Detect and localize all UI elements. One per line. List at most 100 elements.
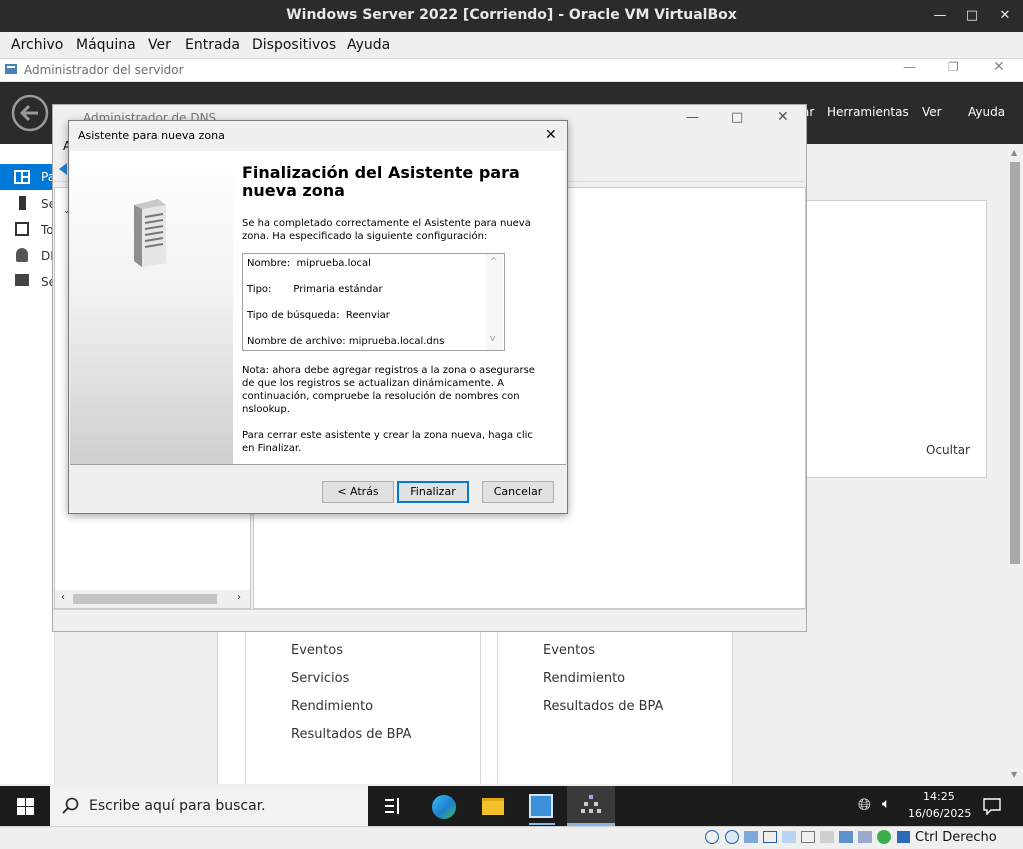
server-manager-title: Administrador del servidor	[24, 63, 184, 77]
sm-restore-button[interactable]: ❐	[948, 60, 959, 74]
back-arrow-icon[interactable]	[11, 94, 49, 132]
audio-icon[interactable]	[744, 831, 758, 843]
nav-item-panel[interactable]: Pa	[0, 164, 55, 190]
header-menu-ayuda[interactable]: Ayuda	[968, 105, 1005, 119]
windows-taskbar: Escribe aquí para buscar. 🌐︎ 🔈︎ 14:25 16…	[0, 786, 1023, 826]
menu-ver[interactable]: Ver	[148, 37, 171, 53]
menu-entrada[interactable]: Entrada	[185, 37, 240, 53]
network-globe-icon[interactable]: 🌐︎	[858, 795, 871, 815]
wizard-close-button[interactable]: ✕	[545, 127, 557, 143]
hscroll-left-icon[interactable]: ‹	[61, 592, 65, 603]
summary-scrollbar[interactable]: ^ v	[486, 254, 503, 350]
virtualization-icon[interactable]	[858, 831, 872, 843]
guest-additions-icon[interactable]	[877, 830, 891, 844]
hscroll-right-icon[interactable]: ›	[237, 592, 241, 603]
vbox-close-button[interactable]: ✕	[993, 6, 1017, 26]
network-adapter-icon[interactable]	[763, 831, 777, 843]
welcome-panel: Ocultar	[777, 200, 987, 478]
host-key-arrow-icon	[897, 831, 910, 843]
hscroll-thumb[interactable]	[73, 594, 217, 604]
dns-manager-taskbar-button[interactable]	[567, 786, 615, 826]
dashboard-icon	[14, 170, 30, 184]
file-explorer-icon[interactable]	[482, 798, 504, 815]
new-zone-wizard-dialog: Asistente para nueva zona ✕ Finalización…	[68, 120, 568, 514]
hide-link[interactable]: Ocultar	[926, 443, 970, 457]
dns-role-icon	[16, 248, 28, 262]
tile1-eventos[interactable]: Eventos	[291, 643, 343, 658]
tile1-servicios[interactable]: Servicios	[291, 671, 349, 686]
summary-label-tipo: Tipo:	[247, 284, 272, 295]
dns-status-bar	[53, 609, 805, 631]
notifications-icon[interactable]	[983, 797, 1001, 815]
summary-value-busqueda: Reenviar	[345, 310, 390, 321]
cancel-button[interactable]: Cancelar	[482, 481, 554, 503]
volume-muted-icon[interactable]: 🔈︎	[882, 796, 890, 812]
wizard-note: Nota: ahora debe agregar registros a la …	[242, 365, 535, 415]
summary-value-tipo: Primaria estándar	[293, 284, 383, 295]
taskbar-search-box[interactable]: Escribe aquí para buscar.	[50, 786, 368, 826]
host-key-label: Ctrl Derecho	[915, 830, 997, 845]
hard-disk-icon[interactable]	[705, 830, 719, 844]
role-tile-2: Eventos Rendimiento Resultados de BPA	[497, 630, 733, 784]
summary-textbox[interactable]: Nombre: miprueba.local Tipo: Primaria est…	[242, 253, 505, 351]
vbox-maximize-button[interactable]: □	[960, 6, 984, 26]
menu-archivo[interactable]: Archivo	[11, 37, 63, 53]
header-menu-ver[interactable]: Ver	[922, 105, 942, 119]
dns-close-button[interactable]: ✕	[777, 109, 789, 125]
server-manager-taskbar-icon[interactable]	[529, 794, 553, 818]
clock-time[interactable]: 14:25	[923, 790, 955, 803]
menu-ayuda[interactable]: Ayuda	[347, 37, 390, 53]
menu-dispositivos[interactable]: Dispositivos	[252, 37, 336, 53]
edge-browser-icon[interactable]	[432, 795, 456, 819]
toolbar-back-icon[interactable]	[59, 163, 67, 175]
finish-button[interactable]: Finalizar	[397, 481, 469, 503]
summary-value-archivo: miprueba.local.dns	[348, 336, 445, 347]
tile1-rendimiento[interactable]: Rendimiento	[291, 699, 373, 714]
vbox-menu-bar: Archivo Máquina Ver Entrada Dispositivos…	[0, 32, 1023, 59]
summary-row-tipo: Tipo: Primaria estándar	[247, 284, 383, 295]
task-view-icon[interactable]	[384, 797, 402, 815]
file-services-icon	[15, 274, 29, 286]
vbox-minimize-button[interactable]: —	[928, 6, 952, 26]
role-tile-1: Eventos Servicios Rendimiento Resultados…	[245, 630, 481, 784]
tile1-bpa[interactable]: Resultados de BPA	[291, 727, 411, 742]
summary-label-archivo: Nombre de archivo:	[247, 336, 346, 347]
summary-row-busqueda: Tipo de búsqueda: Reenviar	[247, 310, 390, 321]
server-manager-nav: Pa Se To DI Se	[0, 144, 56, 784]
content-scrollbar[interactable]: ▲ ▼	[1007, 144, 1023, 784]
summary-label-busqueda: Tipo de búsqueda:	[247, 310, 340, 321]
windows-start-icon[interactable]	[17, 798, 34, 815]
header-menu-herramientas[interactable]: Herramientas	[827, 105, 909, 119]
vbox-status-bar: Ctrl Derecho	[0, 826, 1023, 849]
vbox-window-title: Windows Server 2022 [Corriendo] - Oracle…	[286, 7, 737, 23]
summary-scroll-up-icon[interactable]: ^	[490, 257, 498, 267]
display-icon[interactable]	[820, 831, 834, 843]
sm-close-button[interactable]: ✕	[993, 59, 1005, 75]
tile2-bpa[interactable]: Resultados de BPA	[543, 699, 663, 714]
scroll-down-icon[interactable]: ▼	[1011, 770, 1017, 779]
clock-date[interactable]: 16/06/2025	[908, 807, 971, 820]
usb-icon[interactable]	[782, 831, 796, 843]
summary-scroll-down-icon[interactable]: v	[490, 334, 495, 344]
tree-hscrollbar[interactable]: ‹ ›	[55, 590, 250, 608]
tile2-rendimiento[interactable]: Rendimiento	[543, 671, 625, 686]
sm-minimize-button[interactable]: —	[903, 60, 916, 75]
server-manager-running-indicator	[529, 823, 555, 825]
server-manager-icon	[5, 64, 17, 74]
optical-drive-icon[interactable]	[725, 830, 739, 844]
tile2-eventos[interactable]: Eventos	[543, 643, 595, 658]
search-placeholder: Escribe aquí para buscar.	[89, 798, 266, 814]
shared-folders-icon[interactable]	[801, 831, 815, 843]
menu-maquina[interactable]: Máquina	[76, 37, 136, 53]
dns-maximize-button[interactable]: □	[731, 110, 743, 125]
server-manager-title-bar: Administrador del servidor — ❐ ✕	[0, 59, 1023, 82]
scroll-up-icon[interactable]: ▲	[1011, 148, 1017, 157]
back-button[interactable]: < Atrás	[322, 481, 394, 503]
summary-label-nombre: Nombre:	[247, 258, 291, 269]
video-capture-icon[interactable]	[839, 831, 853, 843]
dns-minimize-button[interactable]: —	[686, 110, 699, 125]
wizard-intro: Se ha completado correctamente el Asiste…	[242, 218, 531, 242]
server-tower-icon	[134, 199, 166, 267]
summary-value-nombre: miprueba.local	[296, 258, 371, 269]
scrollbar-thumb[interactable]	[1010, 162, 1020, 564]
